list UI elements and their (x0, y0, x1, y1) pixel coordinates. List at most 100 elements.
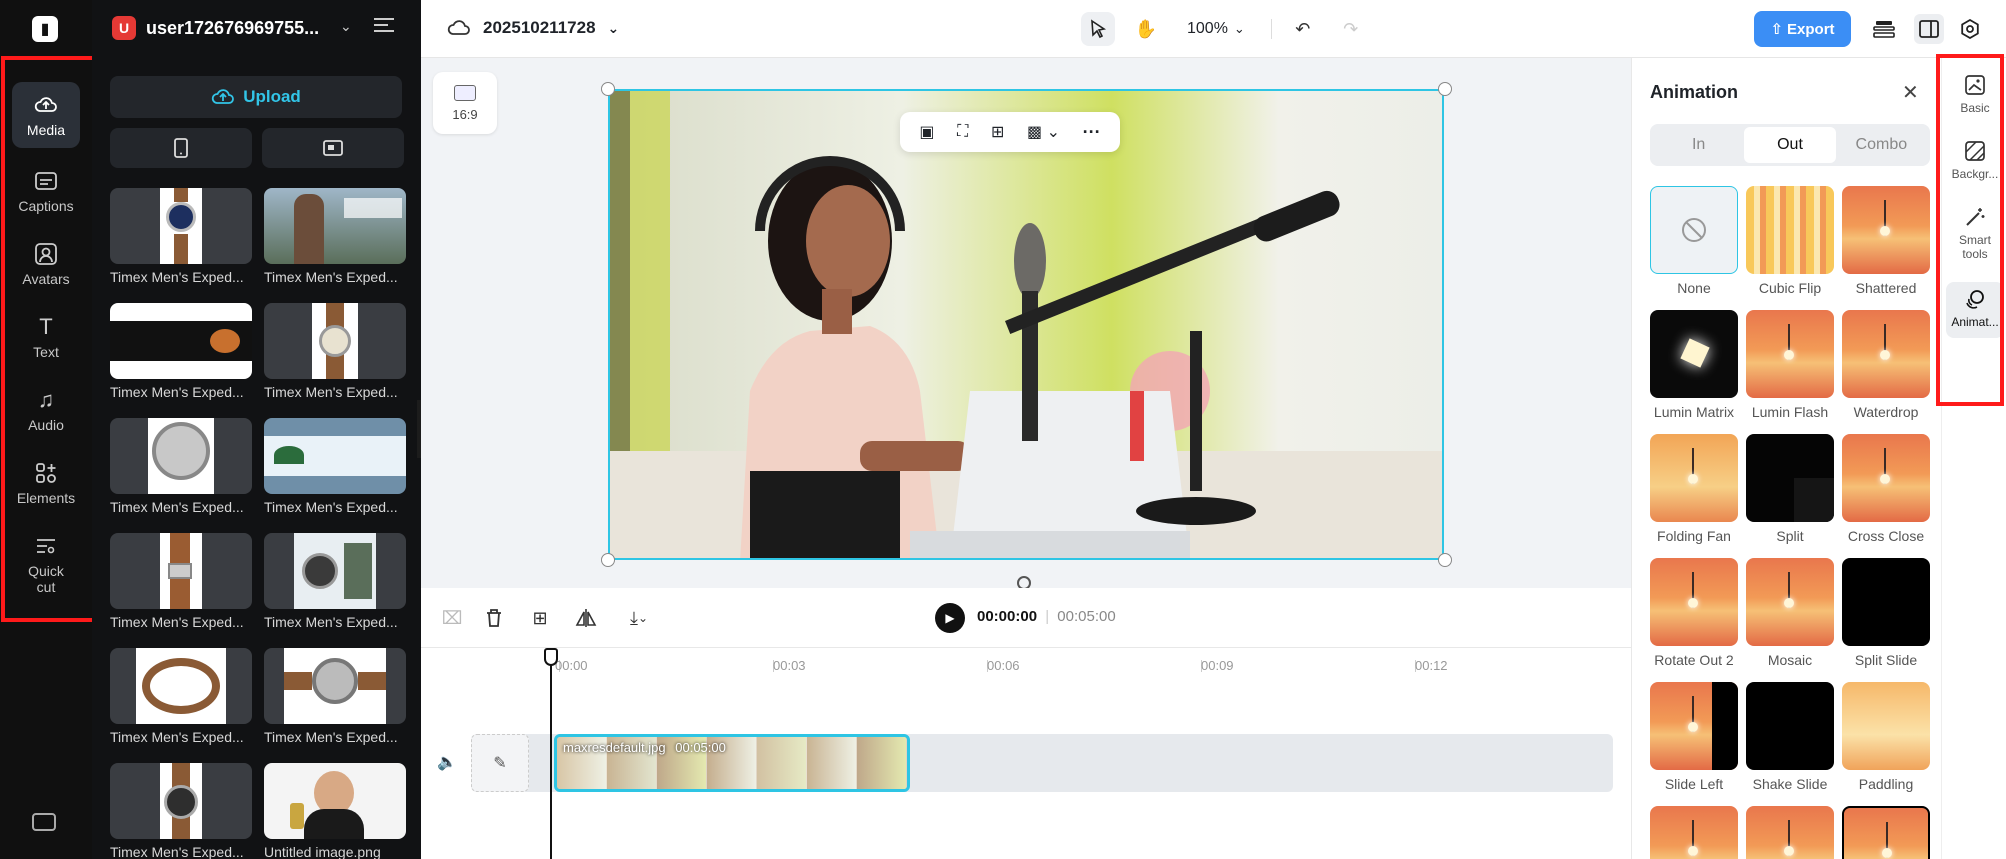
media-item-caption: Timex Men's Exped... (110, 269, 244, 285)
preset-name: Lumin Matrix (1653, 404, 1735, 420)
replace-image-icon[interactable]: ▣ (919, 122, 934, 142)
undo-button[interactable]: ↶ (1286, 12, 1320, 46)
media-item[interactable]: Timex Men's Exped... (110, 648, 252, 745)
screen-record-button[interactable] (262, 128, 404, 168)
rail-item-elements[interactable]: Elements (12, 450, 80, 506)
layers-button[interactable] (1869, 14, 1899, 44)
preset-cross-close[interactable]: Cross Close (1842, 434, 1930, 544)
playhead[interactable] (544, 648, 558, 859)
more-icon[interactable]: ··· (1083, 122, 1101, 143)
rail-item-avatars[interactable]: Avatars (12, 231, 80, 287)
media-item-caption: Timex Men's Exped... (110, 614, 244, 630)
flip-button[interactable] (573, 605, 599, 631)
preset-slide-left[interactable]: Slide Left (1650, 682, 1738, 792)
rail-item-quick-cut[interactable]: Quick cut (12, 523, 80, 595)
delete-button[interactable] (481, 605, 507, 631)
zoom-dropdown[interactable]: 100% ⌄ (1187, 20, 1245, 38)
preset-split-slide[interactable]: Split Slide (1842, 558, 1930, 668)
properties-basic[interactable]: Basic (1946, 68, 2004, 115)
mute-button[interactable]: 🔈 (437, 752, 457, 772)
preset-name: Split Slide (1854, 652, 1918, 668)
export-button[interactable]: ⇧ Export (1754, 11, 1851, 47)
resize-handle-bottom-left[interactable] (601, 553, 615, 567)
media-item[interactable]: Timex Men's Exped... (110, 418, 252, 515)
media-item[interactable]: Timex Men's Exped... (110, 303, 252, 400)
tab-combo[interactable]: Combo (1836, 127, 1927, 163)
media-item[interactable]: Timex Men's Exped... (264, 648, 406, 745)
preset-lumin-matrix[interactable]: Lumin Matrix (1650, 310, 1738, 420)
preset-paddling[interactable]: Paddling (1842, 682, 1930, 792)
media-item[interactable]: Timex Men's Exped... (110, 533, 252, 630)
mask-icon[interactable]: ▩ ⌄ (1027, 122, 1060, 142)
rail-label: Captions (18, 198, 74, 214)
chevron-down-icon[interactable]: ⌄ (340, 18, 352, 35)
time-tick: 00:12 (1415, 658, 1448, 673)
preset-name: Rotate Out 2 (1654, 652, 1734, 668)
rail-item-audio[interactable]: ♫ Audio (12, 377, 80, 433)
user-menu[interactable]: U user172676969755... (112, 16, 319, 40)
preset-shake-slide[interactable]: Shake Slide (1746, 682, 1834, 792)
preset-rotate-out-2[interactable]: Rotate Out 2 (1650, 558, 1738, 668)
properties-background[interactable]: Backgr... (1946, 134, 2004, 181)
preset-folding-fan[interactable]: Folding Fan (1650, 434, 1738, 544)
preset-none[interactable]: None (1650, 186, 1738, 296)
crop-button[interactable]: ⊞ (527, 605, 553, 631)
preset-partial[interactable] (1842, 806, 1930, 859)
rail-item-captions[interactable]: Captions (12, 158, 80, 214)
close-icon[interactable]: ✕ (1902, 80, 1919, 105)
split-icon[interactable]: ⌧ (439, 605, 465, 631)
media-item[interactable]: Timex Men's Exped... (264, 418, 406, 515)
crop-icon: ⊞ (532, 607, 548, 628)
media-item[interactable]: Timex Men's Exped... (264, 533, 406, 630)
resize-handle-top-left[interactable] (601, 82, 615, 96)
redo-button[interactable]: ↷ (1334, 12, 1368, 46)
preset-lumin-flash[interactable]: Lumin Flash (1746, 310, 1834, 420)
preset-shattered[interactable]: Shattered (1842, 186, 1930, 296)
preset-cubic-flip[interactable]: Cubic Flip (1746, 186, 1834, 296)
aspect-ratio-button[interactable]: 16:9 (433, 72, 497, 134)
rail-item-media[interactable]: Media (12, 82, 80, 148)
media-item[interactable]: Timex Men's Exped... (264, 303, 406, 400)
preset-mosaic[interactable]: Mosaic (1746, 558, 1834, 668)
preset-name: Waterdrop (1853, 404, 1919, 420)
preset-waterdrop[interactable]: Waterdrop (1842, 310, 1930, 420)
keyboard-shortcuts-icon[interactable] (32, 813, 56, 831)
animation-icon (1964, 288, 1986, 310)
app-logo[interactable]: ▮ (32, 16, 58, 42)
preset-partial[interactable] (1746, 806, 1834, 859)
video-frame[interactable]: ▣ ⛶ ⊞ ▩ ⌄ ··· (608, 89, 1444, 560)
preset-partial[interactable] (1650, 806, 1738, 859)
properties-smart-tools[interactable]: Smart tools (1946, 200, 2004, 261)
track-edit-button[interactable]: ✎ (471, 734, 529, 792)
layout-toggle-button[interactable] (1914, 14, 1944, 44)
background-icon (1964, 140, 1986, 162)
hand-icon: ✋ (1134, 18, 1158, 39)
media-item[interactable]: Timex Men's Exped... (110, 188, 252, 285)
resize-handle-bottom-right[interactable] (1438, 553, 1452, 567)
tab-out[interactable]: Out (1744, 127, 1836, 163)
play-button[interactable]: ▶ (935, 603, 965, 633)
download-icon: ⤓ (629, 607, 638, 628)
fit-icon[interactable]: ⛶ (957, 123, 968, 141)
phone-upload-button[interactable] (110, 128, 252, 168)
settings-button[interactable] (1955, 14, 1985, 44)
rail-item-text[interactable]: T Text (12, 304, 80, 360)
media-item[interactable]: Timex Men's Exped... (110, 763, 252, 859)
crop-icon[interactable]: ⊞ (991, 122, 1004, 142)
tab-in[interactable]: In (1653, 127, 1744, 163)
select-tool-button[interactable] (1081, 12, 1115, 46)
export-label: Export (1787, 20, 1835, 38)
preset-split[interactable]: Split (1746, 434, 1834, 544)
timeline[interactable]: 00:00 00:03 00:06 00:09 00:12 🔈 ✎ maxres… (421, 648, 1631, 859)
properties-animation[interactable]: Animat... (1946, 282, 2004, 338)
resize-handle-top-right[interactable] (1438, 82, 1452, 96)
timeline-clip[interactable]: maxresdefault.jpg 00:05:00 (554, 734, 910, 792)
project-title[interactable]: 202510211728 ⌄ (447, 18, 619, 38)
hand-tool-button[interactable]: ✋ (1129, 12, 1163, 46)
media-item[interactable]: Timex Men's Exped... (264, 188, 406, 285)
preset-name: Shake Slide (1752, 776, 1828, 792)
media-item[interactable]: Untitled image.png (264, 763, 406, 859)
download-button[interactable]: ⤓ ⌄ (619, 605, 659, 631)
upload-button[interactable]: Upload (110, 76, 402, 118)
menu-icon[interactable] (374, 18, 394, 36)
